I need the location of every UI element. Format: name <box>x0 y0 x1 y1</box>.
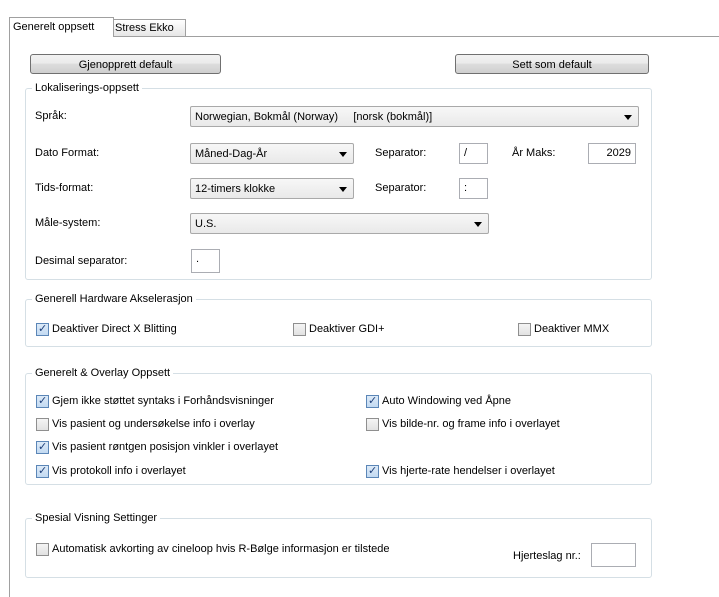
checkbox-box: ✓ <box>36 441 49 454</box>
checkmark-icon: ✓ <box>38 323 48 335</box>
chevron-down-icon <box>624 115 632 120</box>
year-max-label: År Maks: <box>512 147 556 159</box>
checkbox-label: Vis hjerte-rate hendelser i overlayet <box>382 465 555 477</box>
checkbox-box <box>36 418 49 431</box>
checkbox-label: Auto Windowing ved Åpne <box>382 395 512 407</box>
time-separator-label: Separator: <box>375 182 427 194</box>
date-separator-label: Separator: <box>375 147 427 159</box>
heartbeat-number-label: Hjerteslag nr.: <box>513 550 581 562</box>
checkmark-icon: ✓ <box>38 395 48 407</box>
chevron-down-icon <box>474 222 482 227</box>
time-format-dropdown[interactable]: 12-timers klokke <box>190 178 354 199</box>
checkbox-box <box>293 323 306 336</box>
checkbox-box <box>366 418 379 431</box>
language-dropdown[interactable]: Norwegian, Bokmål (Norway) [norsk (bokmå… <box>190 106 639 127</box>
checkbox-box: ✓ <box>36 395 49 408</box>
chevron-down-icon <box>339 187 347 192</box>
chevron-down-icon <box>339 152 347 157</box>
set-default-button[interactable]: Sett som default <box>455 54 649 74</box>
checkbox-label: Vis pasient og undersøkelse info i overl… <box>52 418 255 430</box>
date-format-value: Måned-Dag-År <box>195 148 268 160</box>
checkbox-label: Gjem ikke støttet syntaks i Forhåndsvisn… <box>52 395 274 407</box>
checkbox-box: ✓ <box>366 465 379 478</box>
checkbox-label: Automatisk avkorting av cineloop hvis R-… <box>52 543 390 555</box>
measure-system-dropdown[interactable]: U.S. <box>190 213 489 234</box>
date-separator-field[interactable]: / <box>459 143 488 164</box>
measure-system-label: Måle-system: <box>35 217 101 229</box>
decimal-separator-label: Desimal separator: <box>35 255 128 267</box>
checkbox-label: Vis bilde-nr. og frame info i overlayet <box>382 418 560 430</box>
time-format-value: 12-timers klokke <box>195 183 276 195</box>
overlay-group-title: Generelt & Overlay Oppsett <box>32 366 174 380</box>
checkbox-box: ✓ <box>36 323 49 336</box>
checkbox-box <box>36 543 49 556</box>
checkbox-box: ✓ <box>366 395 379 408</box>
checkbox-label: Vis pasient røntgen posisjon vinkler i o… <box>52 441 279 453</box>
date-format-dropdown[interactable]: Måned-Dag-År <box>190 143 354 164</box>
checkbox-label: Deaktiver MMX <box>534 323 610 335</box>
checkbox-label: Deaktiver GDI+ <box>309 323 385 335</box>
date-format-label: Dato Format: <box>35 147 100 159</box>
hardware-group-title: Generell Hardware Akselerasjon <box>32 292 196 306</box>
checkbox-label: Deaktiver Direct X Blitting <box>52 323 177 335</box>
heartbeat-number-field[interactable] <box>591 543 636 567</box>
special-display-group-title: Spesial Visning Settinger <box>32 511 161 525</box>
year-max-field[interactable]: 2029 <box>588 143 636 164</box>
time-separator-field[interactable]: : <box>459 178 488 199</box>
tab-stress-ekko[interactable]: Stress Ekko <box>111 19 186 36</box>
checkbox-label: Vis protokoll info i overlayet <box>52 465 186 477</box>
decimal-separator-field[interactable]: . <box>191 249 220 273</box>
localization-group-title: Lokaliserings-oppsett <box>32 81 142 95</box>
checkmark-icon: ✓ <box>38 441 48 453</box>
checkmark-icon: ✓ <box>368 465 378 477</box>
checkmark-icon: ✓ <box>368 395 378 407</box>
checkbox-box: ✓ <box>36 465 49 478</box>
time-format-label: Tids-format: <box>35 182 94 194</box>
restore-default-button[interactable]: Gjenopprett default <box>30 54 221 74</box>
checkbox-box <box>518 323 531 336</box>
checkmark-icon: ✓ <box>38 465 48 477</box>
measure-system-value: U.S. <box>195 218 217 230</box>
language-label: Språk: <box>35 110 67 122</box>
language-value: Norwegian, Bokmål (Norway) [norsk (bokmå… <box>195 111 433 123</box>
tab-generelt-oppsett[interactable]: Generelt oppsett <box>9 17 114 37</box>
